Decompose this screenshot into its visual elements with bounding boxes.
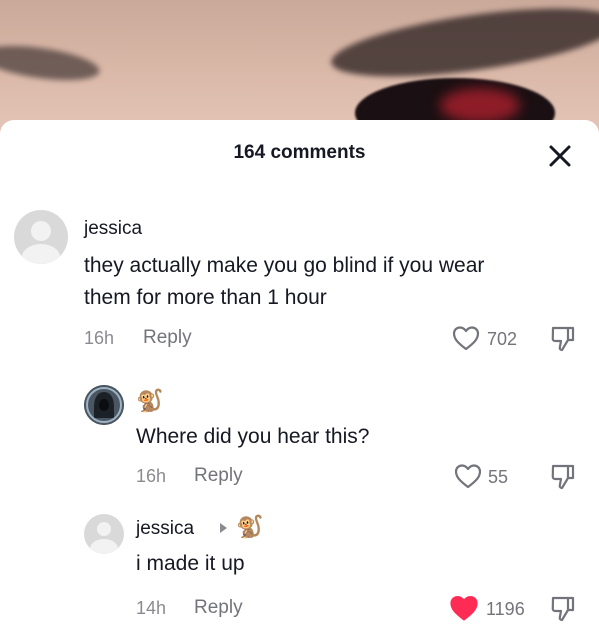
like-button[interactable]	[451, 324, 481, 352]
grim-reaper-avatar-icon	[84, 385, 124, 425]
like-button[interactable]	[448, 593, 480, 623]
comment-count-title: 164 comments	[233, 142, 366, 163]
heart-icon	[454, 464, 482, 489]
reply-to-emoji-name[interactable]: 🐒	[236, 515, 263, 539]
comment-time: 16h	[84, 328, 115, 348]
reply-button[interactable]: Reply	[194, 465, 243, 487]
close-icon	[549, 145, 571, 167]
like-button[interactable]	[453, 462, 483, 490]
comment-text-line2: them for more than 1 hour	[84, 286, 327, 309]
video-background	[0, 0, 599, 135]
like-count: 702	[487, 329, 518, 349]
author-emoji-name[interactable]: 🐒	[136, 389, 163, 413]
dislike-icon	[551, 464, 575, 490]
eyebrow-left	[0, 39, 102, 87]
default-avatar-icon	[31, 221, 51, 241]
close-button[interactable]	[545, 141, 575, 171]
dislike-button[interactable]	[549, 324, 577, 354]
dislike-icon	[551, 326, 575, 352]
comment-text-line1: they actually make you go blind if you w…	[84, 254, 485, 277]
heart-icon	[452, 326, 480, 351]
avatar[interactable]	[14, 210, 68, 264]
avatar[interactable]	[84, 385, 124, 425]
avatar[interactable]	[84, 514, 124, 554]
eyebrow-right	[327, 0, 599, 90]
reply-button[interactable]: Reply	[194, 597, 243, 619]
dislike-button[interactable]	[549, 594, 577, 624]
reply-button[interactable]: Reply	[143, 327, 192, 349]
like-count: 1196	[486, 599, 525, 619]
comment-text: i made it up	[136, 552, 245, 575]
caret-right-icon	[220, 523, 227, 533]
default-avatar-body	[22, 244, 60, 264]
default-avatar-body	[90, 539, 118, 554]
dislike-button[interactable]	[549, 462, 577, 492]
heart-icon	[450, 596, 478, 621]
like-count: 55	[488, 467, 509, 487]
comment-author[interactable]: jessica	[84, 218, 142, 240]
comment-time: 14h	[136, 598, 167, 618]
comment-author[interactable]: jessica	[136, 518, 194, 540]
default-avatar-icon	[97, 522, 111, 536]
comment-time: 16h	[136, 466, 167, 486]
dislike-icon	[551, 596, 575, 622]
eye-glow	[440, 88, 520, 123]
comment-text: Where did you hear this?	[136, 425, 370, 448]
